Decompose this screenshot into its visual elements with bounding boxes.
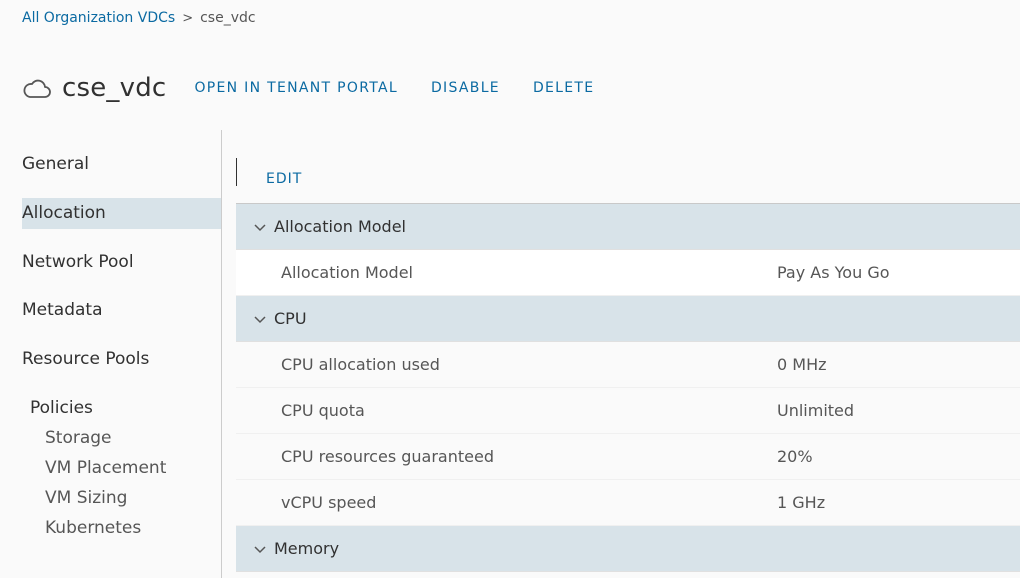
page-header: cse_vdc OPEN IN TENANT PORTAL DISABLE DE… (22, 68, 627, 108)
nav-subitem-vm-placement[interactable]: VM Placement (45, 458, 166, 478)
property-label: CPU resources guaranteed (281, 447, 494, 466)
breadcrumb-separator: > (182, 10, 194, 26)
section-title: CPU (274, 309, 307, 328)
cloud-icon (23, 79, 51, 98)
property-label: CPU quota (281, 401, 365, 420)
property-row: CPU resources guaranteed 20% (236, 434, 1020, 480)
property-value: 0 MHz (777, 355, 827, 374)
nav-subitem-vm-sizing[interactable]: VM Sizing (45, 488, 127, 508)
nav-item-resource-pools[interactable]: Resource Pools (22, 344, 221, 375)
page-title: cse_vdc (62, 73, 167, 103)
property-label: Allocation Model (281, 263, 413, 282)
property-value: 20% (777, 447, 813, 466)
property-row: vCPU speed 1 GHz (236, 480, 1020, 526)
open-in-tenant-portal-button[interactable]: OPEN IN TENANT PORTAL (194, 80, 398, 96)
nav-item-metadata[interactable]: Metadata (22, 295, 221, 326)
nav-item-general[interactable]: General (22, 149, 221, 180)
divider (236, 158, 237, 186)
property-value: 1 GHz (777, 493, 826, 512)
property-row: Allocation Model Pay As You Go (236, 250, 1020, 296)
section-title: Memory (274, 539, 340, 558)
nav-subitem-storage[interactable]: Storage (45, 428, 112, 448)
chevron-down-icon (254, 545, 266, 553)
nav-group-policies: Policies (30, 398, 93, 418)
property-label: CPU allocation used (281, 355, 440, 374)
property-value: Pay As You Go (777, 263, 890, 282)
section-header-memory[interactable]: Memory (236, 526, 1020, 572)
chevron-down-icon (254, 223, 266, 231)
breadcrumb: All Organization VDCs > cse_vdc (22, 10, 256, 26)
property-value: Unlimited (777, 401, 855, 420)
property-row: CPU quota Unlimited (236, 388, 1020, 434)
edit-button[interactable]: EDIT (266, 171, 302, 187)
section-header-allocation-model[interactable]: Allocation Model (236, 204, 1020, 250)
section-header-cpu[interactable]: CPU (236, 296, 1020, 342)
nav-item-allocation[interactable]: Allocation (22, 198, 221, 229)
chevron-down-icon (254, 315, 266, 323)
delete-button[interactable]: DELETE (533, 80, 594, 96)
disable-button[interactable]: DISABLE (431, 80, 500, 96)
nav-item-network-pool[interactable]: Network Pool (22, 247, 221, 278)
breadcrumb-link-all-org-vdcs[interactable]: All Organization VDCs (22, 10, 175, 26)
property-label: vCPU speed (281, 493, 377, 512)
property-row: CPU allocation used 0 MHz (236, 342, 1020, 388)
nav-subitem-kubernetes[interactable]: Kubernetes (45, 518, 141, 538)
allocation-properties-table: Allocation Model Allocation Model Pay As… (236, 203, 1020, 572)
section-title: Allocation Model (274, 217, 406, 236)
breadcrumb-current: cse_vdc (200, 10, 256, 26)
side-nav: General Allocation Network Pool Metadata… (0, 130, 222, 578)
